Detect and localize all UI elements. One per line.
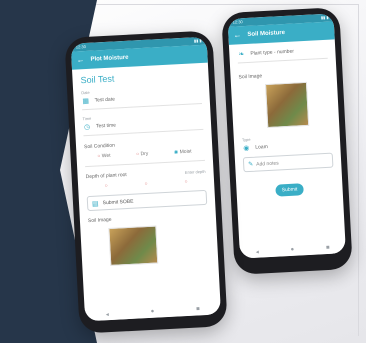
choice-moist[interactable]: Moist [174,149,192,156]
leaf-icon: ❧ [238,51,245,59]
submit-button[interactable]: Submit [275,183,304,197]
status-time: 12:30 [75,43,86,50]
status-icons: ▮▮ ▮ [320,14,329,21]
nav-recents-icon[interactable]: ■ [196,306,200,312]
pin-icon: ◉ [243,144,250,153]
edit-icon: ✎ [248,161,254,169]
depth-choice-1[interactable] [104,183,107,189]
promo-scene: 12:30 ▮▮ ▮ ← Soil Moisture ❧ Plant type … [0,0,366,343]
nav-back-icon[interactable]: ◂ [106,311,109,318]
plant-type-label: Plant type - number [250,48,295,57]
soil-image-title: Soil Image [87,216,112,225]
phone-front-screen: 12:30 ▮▮ ▮ ← Plot Moisture Soil Test Dat… [70,36,222,322]
soil-image [108,225,159,266]
back-arrow-icon[interactable]: ← [233,30,241,39]
soil-image [264,81,310,129]
app-bar-title: Plot Moisture [90,54,129,63]
nav-home-icon[interactable]: ● [290,247,294,253]
system-nav-bar: ◂ ● ■ [239,241,346,259]
notes-placeholder: Add notes [256,159,279,168]
depth-choice-2[interactable] [144,181,147,187]
choice-dry[interactable]: Dry [136,151,148,158]
notes-input[interactable]: ✎ Add notes [242,152,334,173]
date-value: Test date [94,96,116,104]
depth-hint: Enter depth [184,168,206,175]
ruler-icon: ▤ [91,200,99,208]
nav-back-icon[interactable]: ◂ [256,248,259,255]
choice-wet[interactable]: Wet [97,153,111,160]
app-bar-title: Soil Moisture [247,29,286,38]
depth-choice-3[interactable] [184,179,187,185]
calendar-icon: ▦ [82,97,90,106]
status-icons: ▮▮ ▮ [193,37,202,44]
phone-back-screen: 12:30 ▮▮ ▮ ← Soil Moisture ❧ Plant type … [227,13,346,259]
nav-recents-icon[interactable]: ■ [326,245,330,251]
depth-input-value: Submit SOBE [102,198,134,206]
time-value: Test time [95,122,117,130]
phone-back: 12:30 ▮▮ ▮ ← Soil Moisture ❧ Plant type … [221,7,353,275]
phone-front: 12:30 ▮▮ ▮ ← Plot Moisture Soil Test Dat… [64,30,228,334]
type-value: Loam [255,144,268,151]
system-nav-bar: ◂ ● ■ [84,302,222,322]
back-arrow-icon[interactable]: ← [76,55,84,64]
nav-home-icon[interactable]: ● [151,309,155,315]
clock-icon: ◷ [83,123,91,132]
image-section-title: Soil Image [238,73,263,81]
status-time: 12:30 [232,19,243,25]
